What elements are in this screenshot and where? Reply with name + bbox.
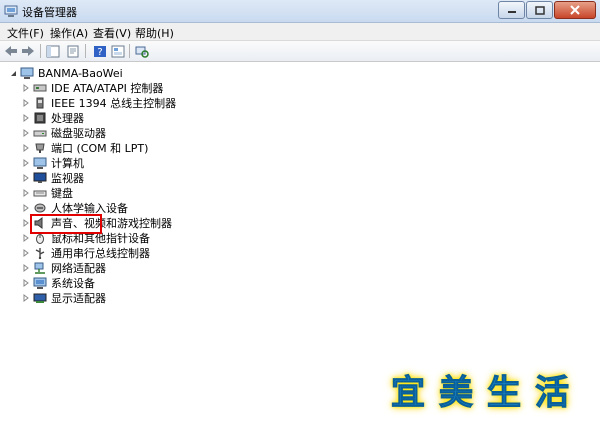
view-icon [111, 45, 125, 57]
minimize-button[interactable] [498, 1, 525, 19]
minimize-icon [507, 11, 516, 13]
network-adapter-icon [33, 262, 47, 275]
view-button[interactable] [110, 43, 126, 59]
watermark: 宜 美 生 活 [387, 365, 579, 413]
expand-arrow-icon[interactable] [22, 276, 30, 290]
watermark-char: 美 [439, 372, 474, 413]
disk-drive-icon [33, 127, 47, 140]
tree-item[interactable]: 处理器 [22, 111, 84, 125]
computer-icon [20, 67, 34, 80]
tree-item[interactable]: 键盘 [22, 186, 73, 200]
port-icon [33, 142, 47, 155]
scan-hardware-button[interactable] [134, 43, 150, 59]
collapse-arrow-icon[interactable] [9, 66, 17, 80]
expand-arrow-icon[interactable] [22, 186, 30, 200]
properties-button[interactable] [65, 43, 81, 59]
expand-arrow-icon[interactable] [22, 141, 30, 155]
show-hide-tree-icon [46, 45, 60, 57]
tree-item-label: IDE ATA/ATAPI 控制器 [51, 82, 164, 95]
expand-arrow-icon[interactable] [22, 111, 30, 125]
show-hide-tree-button[interactable] [45, 43, 61, 59]
toolbar: ? [0, 41, 600, 62]
hid-icon [33, 202, 47, 215]
toolbar-separator [85, 44, 86, 58]
close-icon [570, 5, 580, 15]
tree-item[interactable]: 通用串行总线控制器 [22, 246, 150, 260]
tree-item-label: IEEE 1394 总线主控制器 [51, 97, 177, 110]
forward-button[interactable] [20, 43, 36, 59]
expand-arrow-icon[interactable] [22, 261, 30, 275]
tree-item[interactable]: 显示适配器 [22, 291, 106, 305]
maximize-button[interactable] [526, 1, 553, 19]
tree-item[interactable]: 计算机 [22, 156, 84, 170]
usb-icon [33, 247, 47, 260]
tree-item[interactable]: 系统设备 [22, 276, 95, 290]
tree-item-label: 监视器 [51, 172, 84, 185]
system-device-icon [33, 277, 47, 290]
properties-icon [67, 45, 79, 57]
tree-item[interactable]: IEEE 1394 总线主控制器 [22, 96, 176, 110]
menu-bar: 文件(F) 操作(A) 查看(V) 帮助(H) [0, 23, 600, 41]
keyboard-icon [33, 187, 47, 200]
menu-action[interactable]: 操作(A) [50, 25, 88, 41]
tree-root[interactable]: BANMA-BaoWei [9, 66, 123, 80]
expand-arrow-icon[interactable] [22, 231, 30, 245]
expand-arrow-icon[interactable] [22, 156, 30, 170]
menu-help[interactable]: 帮助(H) [135, 25, 174, 41]
scan-hardware-icon [135, 46, 149, 58]
expand-arrow-icon[interactable] [22, 291, 30, 305]
watermark-char: 宜 [391, 372, 426, 413]
window-title: 设备管理器 [22, 6, 77, 19]
tree-item-label: 通用串行总线控制器 [51, 247, 150, 260]
tree-item[interactable]: 监视器 [22, 171, 84, 185]
help-icon: ? [94, 45, 106, 58]
tree-item-label: 端口 (COM 和 LPT) [51, 142, 149, 155]
watermark-char: 活 [535, 372, 570, 413]
expand-arrow-icon[interactable] [22, 216, 30, 230]
expand-arrow-icon[interactable] [22, 201, 30, 215]
tree-root-label: BANMA-BaoWei [38, 66, 123, 80]
expand-arrow-icon[interactable] [22, 246, 30, 260]
tree-item-label: 显示适配器 [51, 292, 106, 305]
highlight-box [30, 214, 102, 234]
tree-item[interactable]: 人体学输入设备 [22, 201, 128, 215]
monitor-icon [33, 172, 47, 185]
forward-icon [22, 46, 34, 56]
tree-item[interactable]: 网络适配器 [22, 261, 106, 275]
device-manager-icon [4, 5, 18, 17]
back-button[interactable] [3, 43, 19, 59]
watermark-char: 生 [487, 372, 522, 413]
tree-item[interactable]: 端口 (COM 和 LPT) [22, 141, 148, 155]
close-button[interactable] [554, 1, 596, 19]
toolbar-separator [129, 44, 130, 58]
menu-file[interactable]: 文件(F) [7, 25, 44, 41]
tree-item-label: 处理器 [51, 112, 84, 125]
processor-icon [33, 112, 47, 125]
display-adapter-icon [33, 292, 47, 305]
menu-view[interactable]: 查看(V) [93, 25, 131, 41]
toolbar-separator [40, 44, 41, 58]
ide-controller-icon [33, 82, 47, 95]
tree-item[interactable]: 磁盘驱动器 [22, 126, 106, 140]
expand-arrow-icon[interactable] [22, 96, 30, 110]
back-icon [5, 46, 17, 56]
maximize-icon [534, 5, 545, 15]
tree-item[interactable]: IDE ATA/ATAPI 控制器 [22, 81, 163, 95]
title-bar: 设备管理器 [0, 0, 600, 23]
expand-arrow-icon[interactable] [22, 81, 30, 95]
expand-arrow-icon[interactable] [22, 126, 30, 140]
computer-icon [33, 157, 47, 170]
tree-item-label: 键盘 [51, 187, 73, 200]
ieee1394-icon [33, 97, 47, 110]
tree-item-label: 计算机 [51, 157, 84, 170]
svg-text:?: ? [97, 47, 102, 58]
tree-item-label: 系统设备 [51, 277, 95, 290]
tree-item-label: 磁盘驱动器 [51, 127, 106, 140]
tree-item-label: 网络适配器 [51, 262, 106, 275]
expand-arrow-icon[interactable] [22, 171, 30, 185]
help-button[interactable]: ? [92, 43, 108, 59]
